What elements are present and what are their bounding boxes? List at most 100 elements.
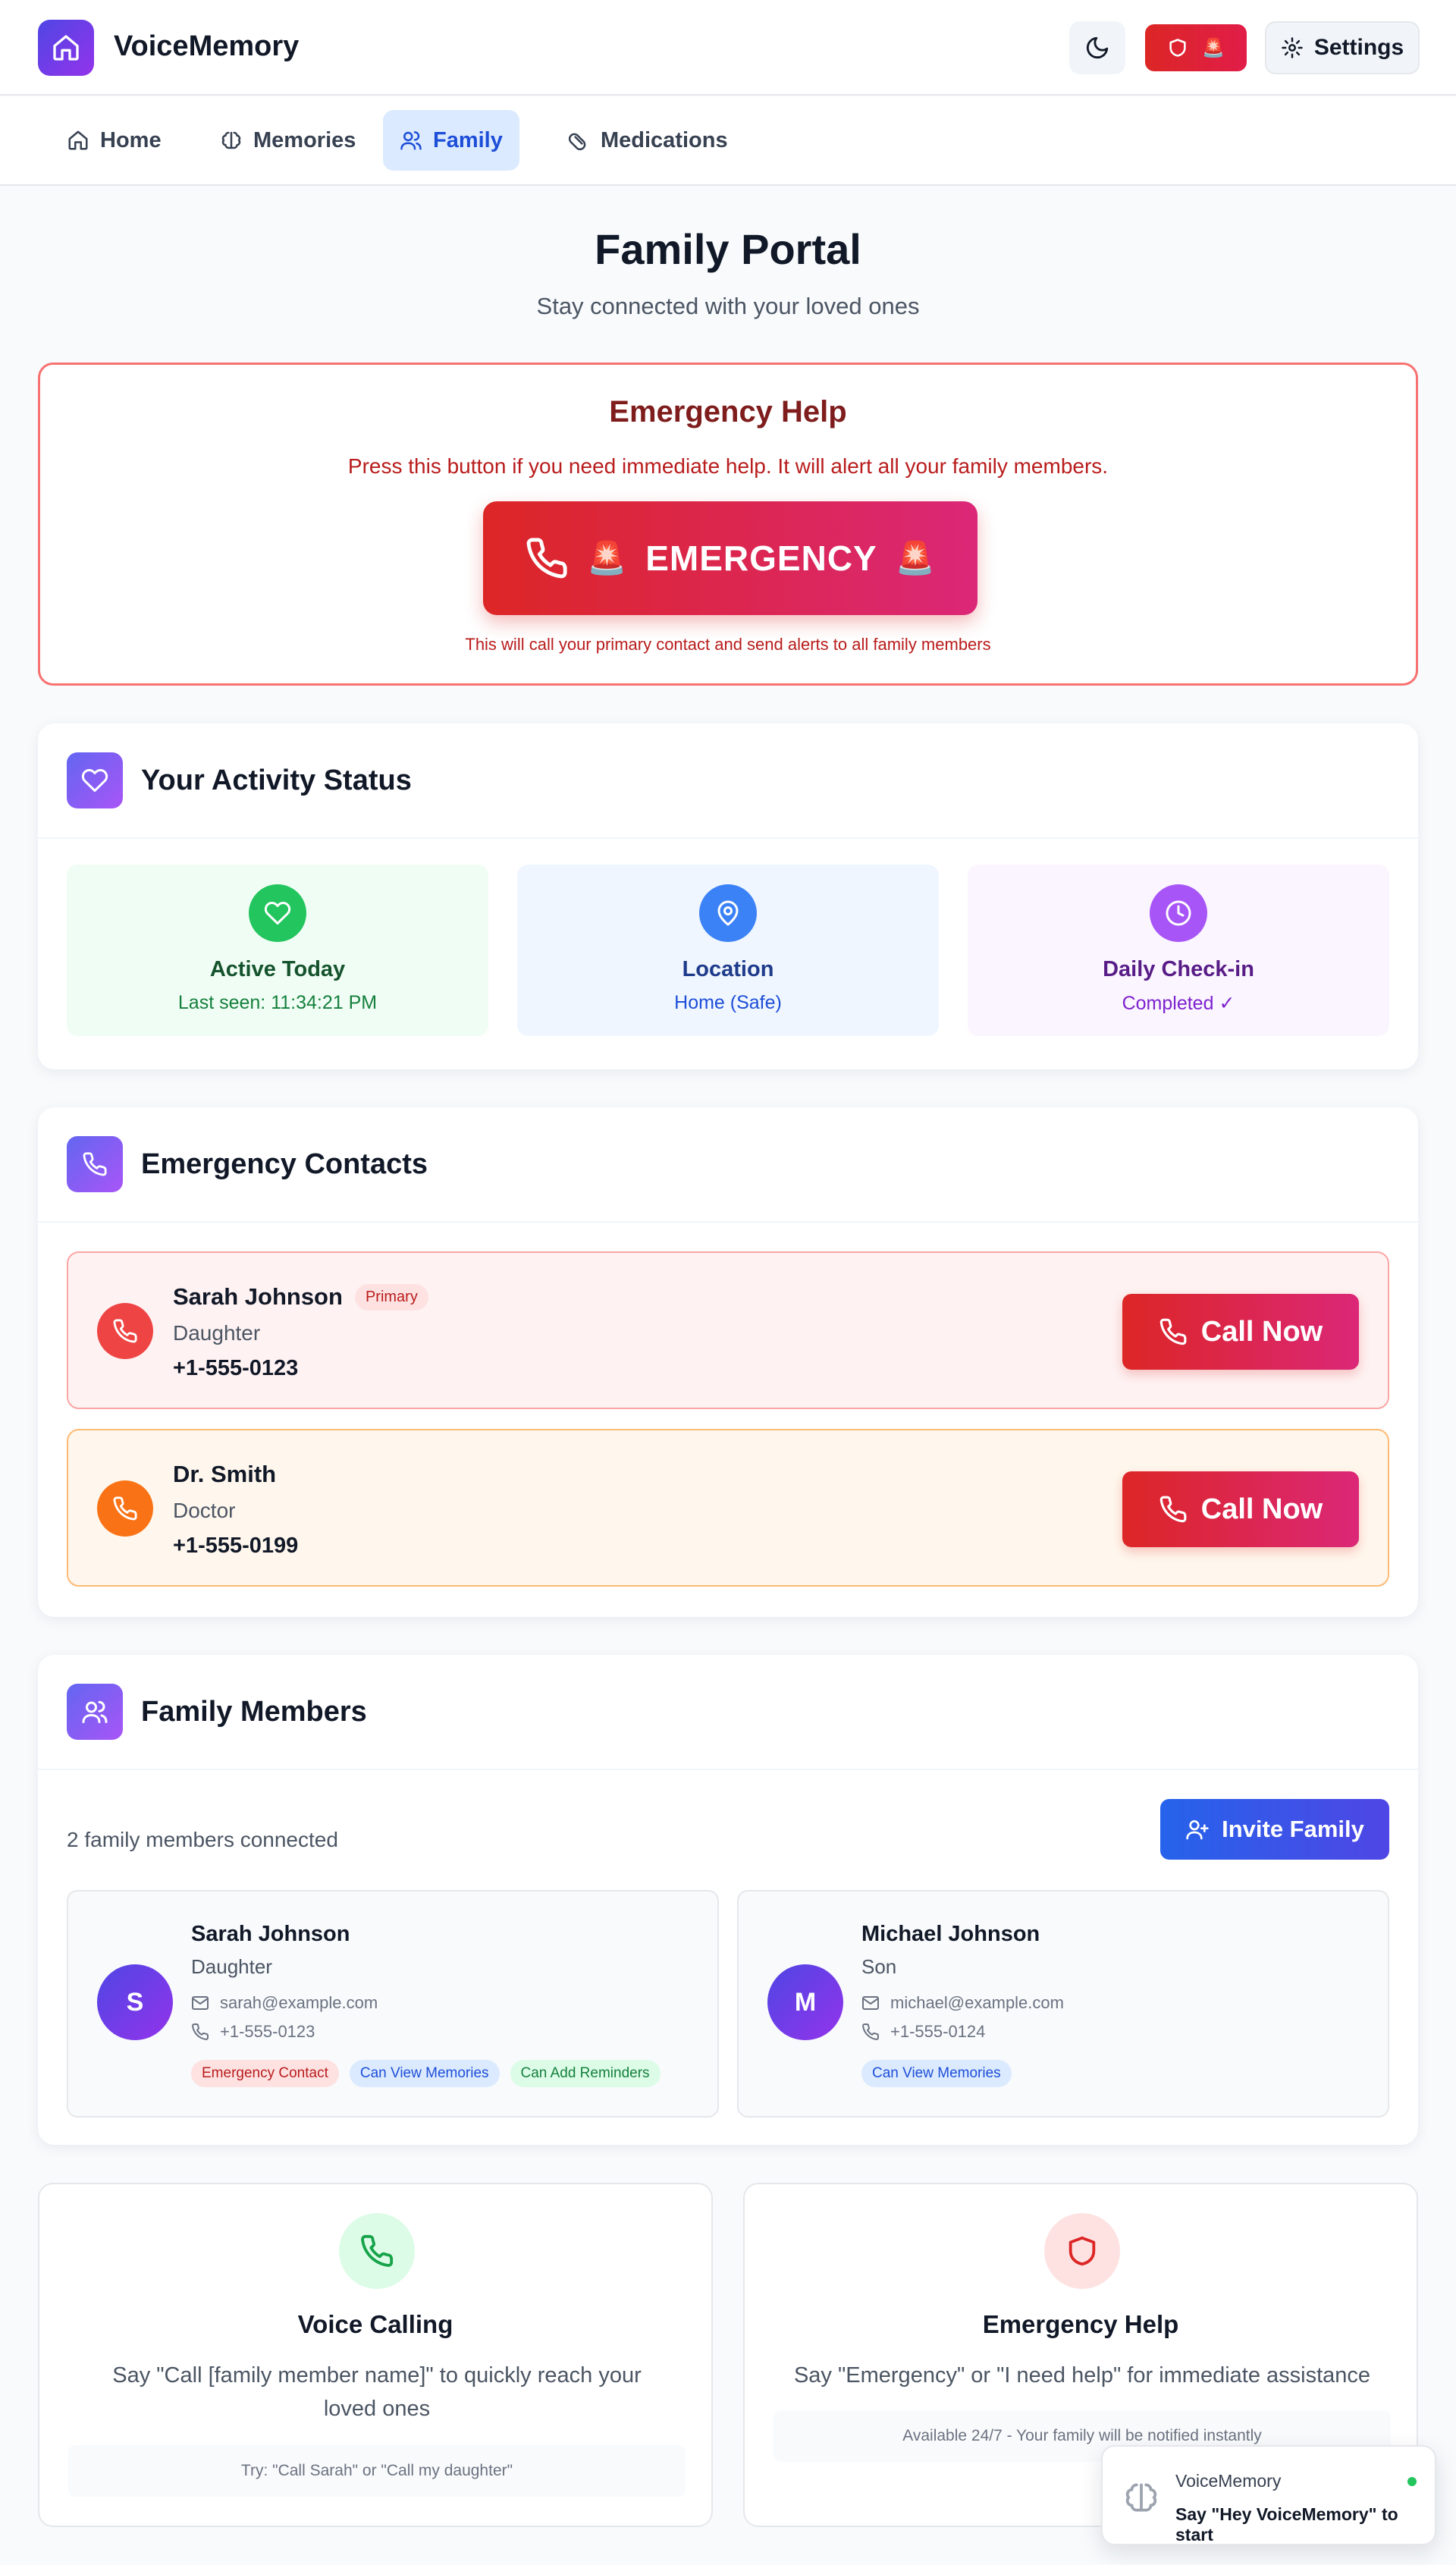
phone-icon: [1159, 1496, 1187, 1523]
users-icon: [67, 1684, 123, 1740]
member-phone-row: +1-555-0123: [191, 2022, 315, 2042]
primary-badge: Primary: [354, 1283, 428, 1311]
emergency-help-card: Emergency Help Press this button if you …: [38, 363, 1418, 686]
divider: [38, 837, 1418, 839]
page-subtitle: Stay connected with your loved ones: [536, 293, 920, 319]
clock-icon: [1150, 884, 1207, 942]
voice-calling-card: Voice Calling Say "Call [family member n…: [38, 2183, 713, 2527]
shield-icon: [1044, 2213, 1120, 2289]
page-title: Family Portal: [595, 225, 861, 273]
activity-daily-checkin: Daily Check-in Completed ✓: [968, 865, 1389, 1036]
emergency-description: Press this button if you need immediate …: [347, 454, 1109, 478]
home-icon: [68, 130, 88, 150]
call-now-label: Call Now: [1200, 1493, 1323, 1525]
siren-icon: 🚨: [895, 539, 937, 576]
member-name: Sarah Johnson: [191, 1922, 350, 1946]
phone-icon: [192, 2023, 209, 2040]
phone-icon: [67, 1136, 123, 1192]
contacts-title: Emergency Contacts: [141, 1148, 428, 1180]
avatar: S: [97, 1964, 173, 2040]
settings-label: Settings: [1313, 35, 1404, 60]
contact-phone: +1-555-0123: [173, 1356, 299, 1380]
emergency-button-label: EMERGENCY: [645, 538, 877, 578]
theme-toggle-button[interactable]: [1069, 21, 1125, 74]
permission-badge: Can View Memories: [861, 2060, 1012, 2087]
contact-name-row: Sarah Johnson Primary: [173, 1283, 428, 1311]
tab-label: Family: [433, 127, 503, 152]
brain-icon: [221, 131, 241, 149]
mail-icon: [192, 1996, 209, 2010]
settings-button[interactable]: Settings: [1265, 21, 1420, 74]
activity-item-title: Daily Check-in: [1103, 957, 1254, 981]
activity-status-card: Your Activity Status Active Today Last s…: [38, 724, 1418, 1069]
emergency-note: This will call your primary contact and …: [465, 635, 991, 654]
brain-icon: [1122, 2479, 1160, 2516]
app-header: VoiceMemory 🚨 Settings: [0, 0, 1456, 96]
call-now-button[interactable]: Call Now: [1122, 1471, 1359, 1547]
family-count: 2 family members connected: [67, 1828, 338, 1851]
contact-card-primary: Sarah Johnson Primary Daughter +1-555-01…: [67, 1251, 1389, 1409]
avatar: M: [767, 1964, 843, 2040]
invite-family-button[interactable]: Invite Family: [1160, 1799, 1389, 1860]
contact-relation: Daughter: [173, 1321, 261, 1345]
divider: [38, 1769, 1418, 1770]
contact-name-row: Dr. Smith: [173, 1461, 276, 1488]
call-now-button[interactable]: Call Now: [1122, 1294, 1359, 1370]
member-email: sarah@example.com: [220, 1993, 378, 2012]
siren-icon: 🚨: [586, 539, 628, 576]
app-logo[interactable]: [38, 20, 94, 76]
tab-memories[interactable]: Memories: [203, 110, 372, 171]
member-relation: Daughter: [191, 1955, 272, 1978]
member-permissions: Emergency Contact Can View Memories Can …: [191, 2060, 661, 2087]
contact-name: Sarah Johnson: [173, 1283, 343, 1310]
info-description: Say "Emergency" or "I need help" for imm…: [793, 2363, 1371, 2388]
permission-badge: Can View Memories: [349, 2060, 500, 2087]
quick-emergency-button[interactable]: 🚨: [1145, 24, 1247, 71]
phone-icon: [339, 2213, 415, 2289]
member-phone: +1-555-0124: [890, 2022, 986, 2041]
phone-icon: [97, 1480, 153, 1537]
member-phone-row: +1-555-0124: [861, 2022, 985, 2042]
activity-item-subtitle: Last seen: 11:34:21 PM: [177, 992, 378, 1013]
contact-card: Dr. Smith Doctor +1-555-0199 Call Now: [67, 1429, 1389, 1587]
family-member-card[interactable]: M Michael Johnson Son michael@example.co…: [737, 1890, 1389, 2118]
users-icon: [400, 131, 422, 150]
family-member-card[interactable]: S Sarah Johnson Daughter sarah@example.c…: [67, 1890, 719, 2118]
info-description: Say "Call [family member name]" to quick…: [112, 2363, 642, 2421]
activity-active-today: Active Today Last seen: 11:34:21 PM: [67, 865, 488, 1036]
call-now-label: Call Now: [1200, 1315, 1323, 1348]
pill-icon: [568, 133, 586, 151]
activity-item-subtitle: Completed ✓: [1122, 993, 1235, 1014]
contact-name: Dr. Smith: [173, 1461, 277, 1487]
user-plus-icon: [1186, 1820, 1209, 1840]
tab-label: Home: [100, 127, 162, 152]
voice-assistant-widget[interactable]: VoiceMemory Say "Hey VoiceMemory" to sta…: [1101, 2445, 1436, 2545]
mail-icon: [862, 1996, 879, 2010]
shield-icon: [1169, 39, 1186, 57]
member-permissions: Can View Memories: [861, 2060, 1012, 2087]
home-icon: [53, 35, 79, 61]
tab-medications[interactable]: Medications: [551, 110, 745, 171]
activity-item-subtitle: Home (Safe): [674, 992, 782, 1013]
tab-home[interactable]: Home: [50, 110, 178, 171]
heart-icon: [249, 884, 306, 942]
contact-phone: +1-555-0199: [173, 1534, 299, 1558]
phone-icon: [1159, 1318, 1187, 1345]
emergency-button[interactable]: 🚨 EMERGENCY 🚨: [483, 501, 977, 615]
phone-icon: [526, 538, 567, 579]
info-tip: Try: "Call Sarah" or "Call my daughter": [68, 2445, 686, 2497]
moon-icon: [1086, 36, 1109, 59]
info-title: Emergency Help: [982, 2310, 1179, 2338]
phone-icon: [862, 2023, 880, 2040]
main-nav: Home Memories Family Medications: [0, 96, 1456, 186]
tab-family[interactable]: Family: [383, 110, 519, 171]
activity-title: Your Activity Status: [141, 764, 412, 796]
activity-item-title: Active Today: [209, 957, 346, 981]
member-relation: Son: [861, 1955, 897, 1978]
emergency-contacts-card: Emergency Contacts Sarah Johnson Primary…: [38, 1107, 1418, 1617]
emergency-title: Emergency Help: [609, 395, 847, 429]
activity-location: Location Home (Safe): [517, 865, 939, 1036]
member-email-row: sarah@example.com: [191, 1993, 378, 2013]
widget-name: VoiceMemory: [1175, 2471, 1282, 2491]
phone-icon: [97, 1303, 153, 1359]
